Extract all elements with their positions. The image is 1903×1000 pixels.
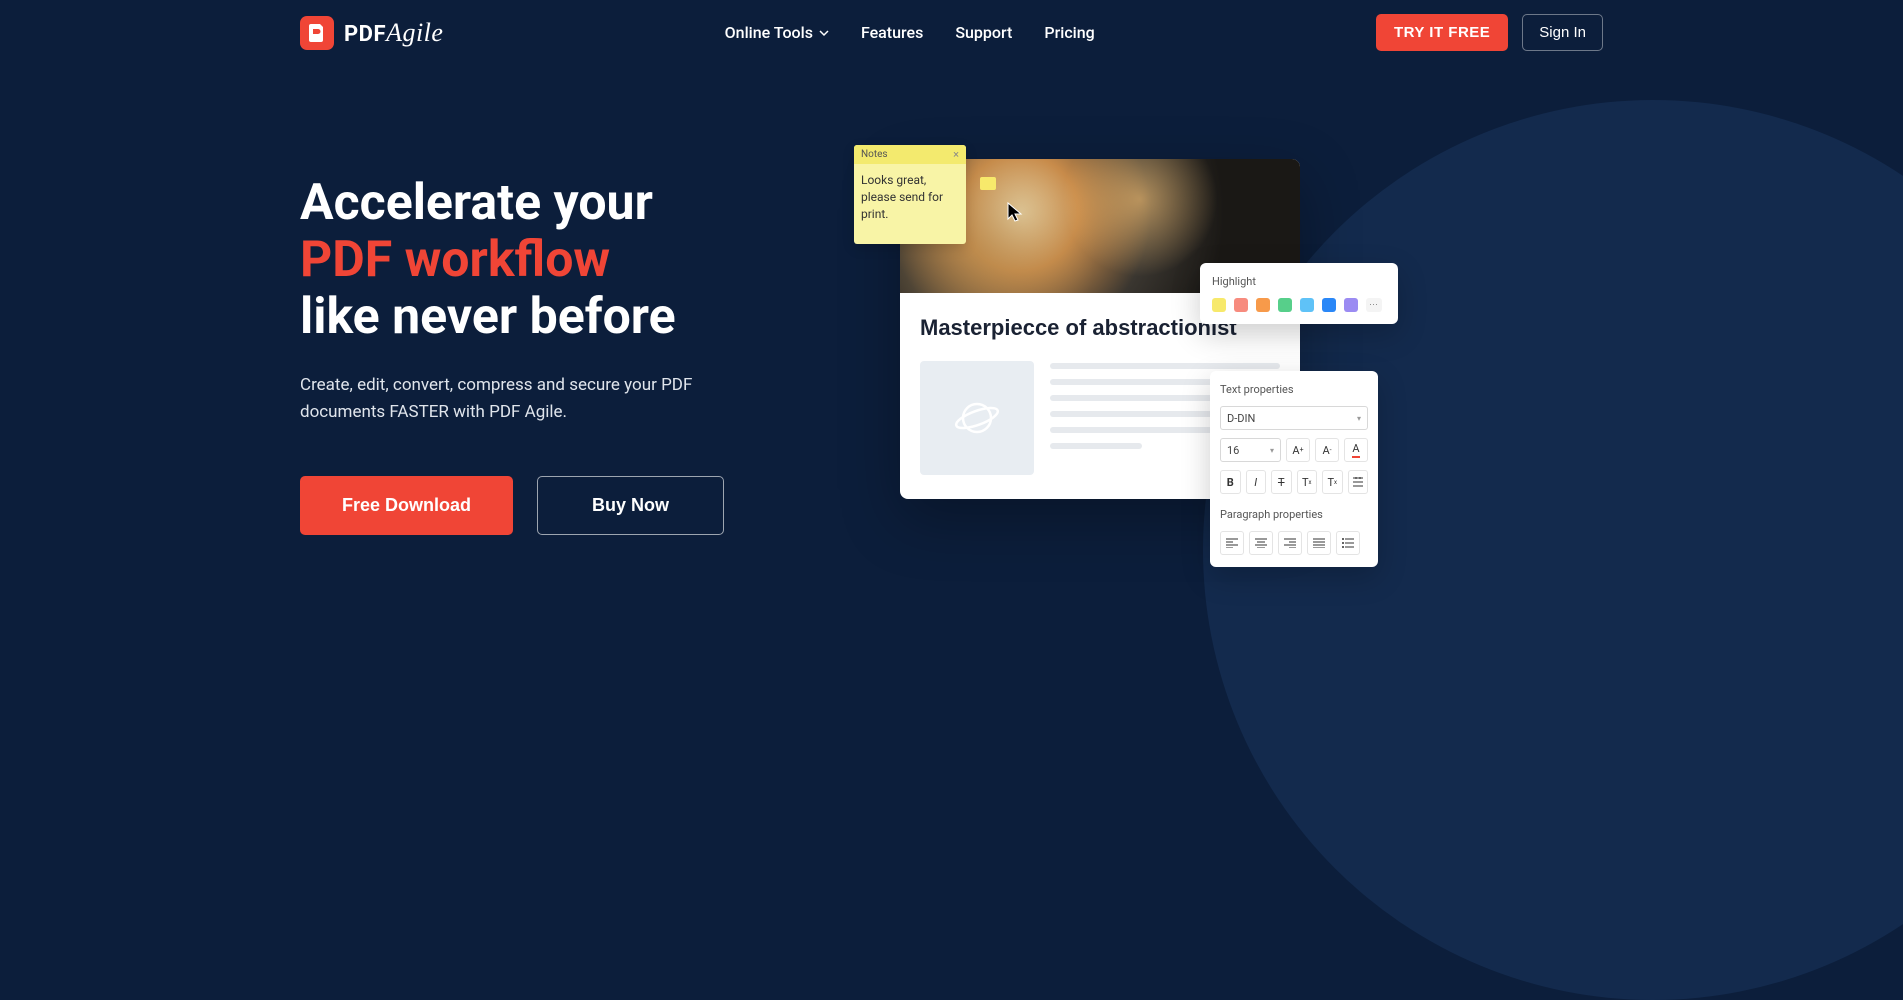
sticky-note-body: Looks great, please send for print. [854, 164, 966, 244]
text-properties-panel: Text properties D-DIN▾ 16▾ A+ A- A B I T… [1210, 371, 1378, 567]
more-colors-button[interactable]: ⋯ [1366, 298, 1382, 312]
spacing-button[interactable] [1348, 470, 1369, 494]
color-swatch[interactable] [1344, 298, 1358, 312]
sticky-note: Notes × Looks great, please send for pri… [854, 145, 966, 244]
sign-in-button[interactable]: Sign In [1522, 14, 1603, 51]
highlight-panel: Highlight ⋯ [1200, 263, 1398, 324]
cursor-icon [1006, 201, 1024, 227]
align-justify-button[interactable] [1307, 531, 1331, 555]
header: PDFAgile Online Tools Features Support P… [0, 0, 1903, 65]
align-center-button[interactable] [1249, 531, 1273, 555]
font-color-button[interactable]: A [1344, 438, 1368, 462]
chevron-down-icon [819, 28, 829, 38]
bold-button[interactable]: B [1220, 470, 1241, 494]
color-swatch[interactable] [1300, 298, 1314, 312]
header-actions: TRY IT FREE Sign In [1376, 14, 1603, 51]
nav-features[interactable]: Features [861, 23, 923, 42]
color-swatch[interactable] [1234, 298, 1248, 312]
close-icon[interactable]: × [953, 148, 959, 161]
align-right-button[interactable] [1278, 531, 1302, 555]
italic-button[interactable]: I [1246, 470, 1267, 494]
color-swatch[interactable] [1212, 298, 1226, 312]
logo[interactable]: PDFAgile [300, 16, 443, 50]
hero-subtitle: Create, edit, convert, compress and secu… [300, 372, 740, 426]
hero-title: Accelerate your PDF workflow like never … [300, 175, 810, 346]
logo-icon [300, 16, 334, 50]
superscript-button[interactable]: Tx [1297, 470, 1318, 494]
font-decrease-button[interactable]: A- [1315, 438, 1339, 462]
sticky-note-title: Notes [861, 149, 888, 160]
list-button[interactable] [1336, 531, 1360, 555]
hero-copy: Accelerate your PDF workflow like never … [300, 175, 810, 535]
hero: Accelerate your PDF workflow like never … [0, 65, 1903, 535]
free-download-button[interactable]: Free Download [300, 476, 513, 535]
logo-text: PDFAgile [344, 18, 443, 48]
nav-label: Online Tools [725, 23, 813, 42]
buy-now-button[interactable]: Buy Now [537, 476, 724, 535]
text-properties-label: Text properties [1220, 383, 1368, 396]
nav-support[interactable]: Support [955, 23, 1012, 42]
hero-cta: Free Download Buy Now [300, 476, 810, 535]
strikethrough-button[interactable]: T [1271, 470, 1292, 494]
main-nav: Online Tools Features Support Pricing [725, 23, 1095, 42]
color-swatch[interactable] [1322, 298, 1336, 312]
align-left-button[interactable] [1220, 531, 1244, 555]
color-swatch[interactable] [1278, 298, 1292, 312]
highlight-label: Highlight [1212, 275, 1386, 288]
note-flag-icon [980, 177, 996, 190]
nav-online-tools[interactable]: Online Tools [725, 23, 829, 42]
font-increase-button[interactable]: A+ [1286, 438, 1310, 462]
font-family-select[interactable]: D-DIN▾ [1220, 406, 1368, 430]
highlight-swatches: ⋯ [1212, 298, 1386, 312]
paragraph-properties-label: Paragraph properties [1220, 508, 1368, 521]
subscript-button[interactable]: Tx [1322, 470, 1343, 494]
font-size-select[interactable]: 16▾ [1220, 438, 1281, 462]
nav-pricing[interactable]: Pricing [1044, 23, 1094, 42]
planet-icon [920, 361, 1034, 475]
try-free-button[interactable]: TRY IT FREE [1376, 14, 1508, 51]
color-swatch[interactable] [1256, 298, 1270, 312]
hero-illustration: Masterpiecce of abstractionist [850, 145, 1603, 535]
